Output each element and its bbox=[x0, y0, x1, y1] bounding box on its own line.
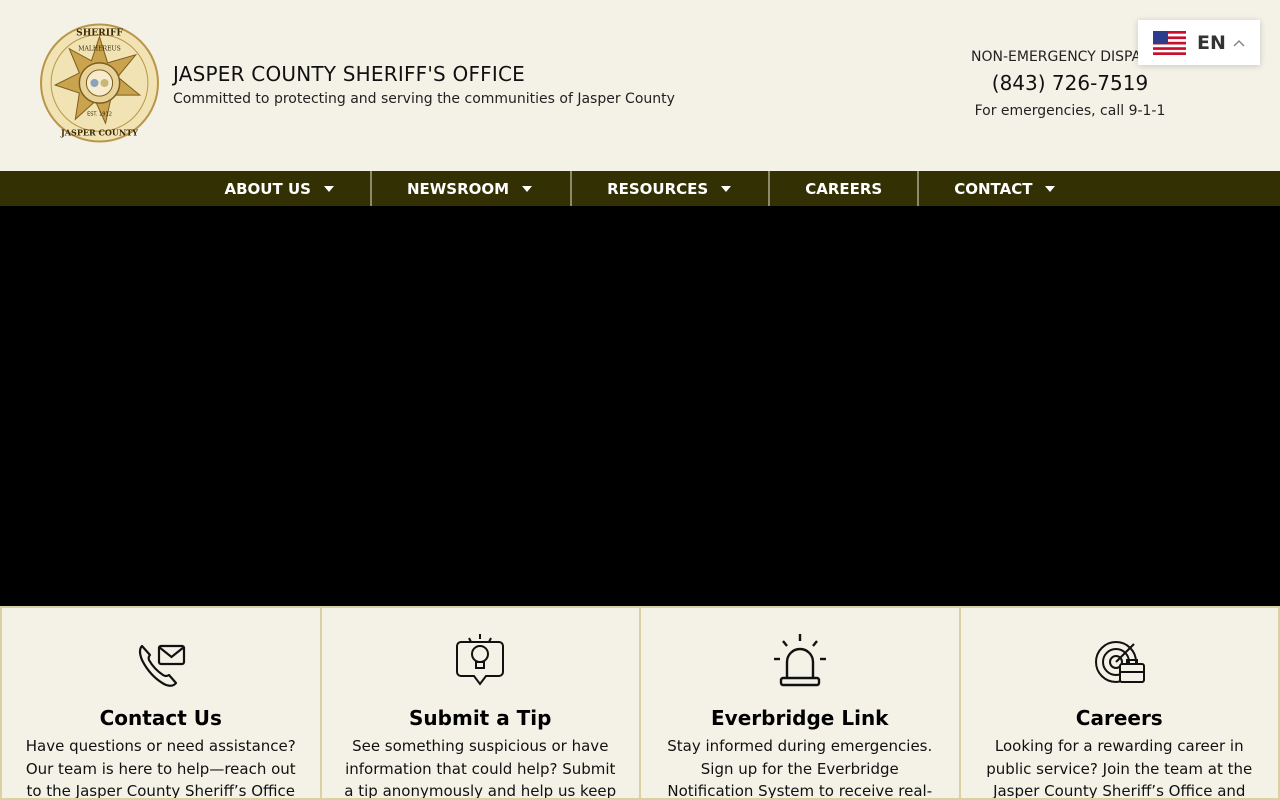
main-nav: ABOUT US NEWSROOM RESOURCES CAREERS CONT… bbox=[0, 171, 1280, 206]
lightbulb-tip-icon bbox=[456, 634, 505, 686]
svg-text:MALHEREUS: MALHEREUS bbox=[78, 46, 120, 53]
caret-down-icon bbox=[323, 185, 334, 192]
hero-video[interactable] bbox=[0, 206, 1280, 606]
nav-item-newsroom[interactable]: NEWSROOM bbox=[372, 171, 570, 206]
chevron-up-icon bbox=[1233, 39, 1245, 47]
svg-text:SHERIFF: SHERIFF bbox=[76, 28, 123, 39]
card-title: Everbridge Link bbox=[711, 706, 889, 730]
card-everbridge-link[interactable]: Everbridge Link Stay informed during eme… bbox=[640, 606, 960, 800]
siren-icon bbox=[773, 634, 826, 687]
site-title[interactable]: JASPER COUNTY SHERIFF'S OFFICE bbox=[173, 62, 525, 86]
sheriff-badge-logo[interactable]: SHERIFF JASPER COUNTY MALHEREUS EST. 191… bbox=[39, 22, 160, 144]
nav-label: CAREERS bbox=[805, 179, 883, 198]
nav-label: NEWSROOM bbox=[406, 179, 510, 198]
phone-mail-icon bbox=[138, 644, 185, 687]
language-selector[interactable]: EN bbox=[1138, 20, 1260, 65]
nav-label: ABOUT US bbox=[224, 179, 311, 198]
dispatch-phone-link[interactable]: (843) 726-7519 bbox=[970, 71, 1170, 95]
card-title: Careers bbox=[1075, 706, 1163, 730]
card-description: Looking for a rewarding career in public… bbox=[986, 737, 1253, 800]
card-description: Stay informed during emergencies. Sign u… bbox=[667, 737, 933, 800]
quick-links: Contact Us Have questions or need assist… bbox=[0, 606, 1280, 800]
caret-down-icon bbox=[522, 185, 533, 192]
language-code: EN bbox=[1197, 31, 1226, 54]
card-description: Have questions or need assistance? Our t… bbox=[25, 737, 296, 800]
card-title: Contact Us bbox=[99, 706, 222, 730]
nav-label: RESOURCES bbox=[607, 179, 709, 198]
card-title: Submit a Tip bbox=[409, 706, 552, 730]
svg-text:JASPER COUNTY: JASPER COUNTY bbox=[60, 127, 138, 137]
caret-down-icon bbox=[1045, 185, 1056, 192]
site-header: SHERIFF JASPER COUNTY MALHEREUS EST. 191… bbox=[0, 0, 1280, 171]
emergency-note: For emergencies, call 9-1-1 bbox=[974, 103, 1166, 119]
nav-label: CONTACT bbox=[954, 179, 1033, 198]
caret-down-icon bbox=[721, 185, 732, 192]
nav-item-careers[interactable]: CAREERS bbox=[770, 171, 917, 206]
svg-text:EST. 1912: EST. 1912 bbox=[87, 111, 112, 117]
target-briefcase-icon bbox=[1095, 641, 1146, 683]
us-flag-icon bbox=[1153, 30, 1186, 55]
nav-item-about-us[interactable]: ABOUT US bbox=[0, 171, 370, 206]
site-tagline: Committed to protecting and serving the … bbox=[173, 91, 675, 107]
card-careers[interactable]: Careers Looking for a rewarding career i… bbox=[959, 606, 1280, 800]
card-submit-tip[interactable]: Submit a Tip See something suspicious or… bbox=[320, 606, 640, 800]
nav-item-resources[interactable]: RESOURCES bbox=[572, 171, 768, 206]
card-description: See something suspicious or have informa… bbox=[344, 737, 617, 800]
nav-item-contact[interactable]: CONTACT bbox=[919, 171, 1280, 206]
card-contact-us[interactable]: Contact Us Have questions or need assist… bbox=[0, 606, 321, 800]
